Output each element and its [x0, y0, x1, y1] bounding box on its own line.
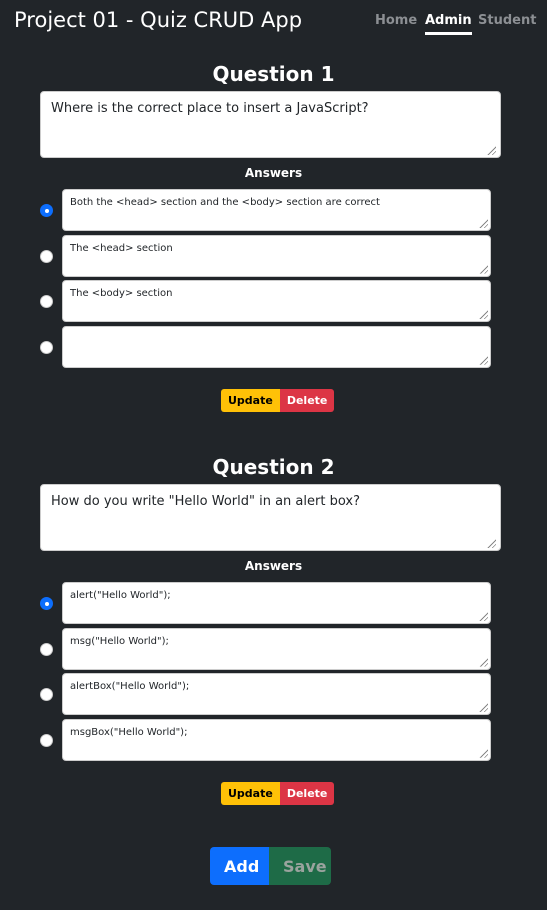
- answer-row: The <head> section: [0, 234, 547, 277]
- answer-input[interactable]: msg("Hello World");: [62, 627, 491, 670]
- answer-text: alertBox("Hello World");: [70, 681, 190, 693]
- answer-input[interactable]: The <head> section: [62, 234, 491, 277]
- answer-input[interactable]: alert("Hello World");: [62, 582, 491, 624]
- update-button[interactable]: Update: [221, 782, 280, 805]
- resize-handle-icon[interactable]: [478, 309, 488, 320]
- nav-home[interactable]: Home: [375, 13, 417, 28]
- delete-button[interactable]: Delete: [279, 389, 335, 412]
- resize-handle-icon[interactable]: [478, 656, 488, 667]
- answer-text: msg("Hello World");: [70, 635, 169, 647]
- correct-answer-radio[interactable]: [40, 204, 53, 217]
- answers-label: Answers: [244, 559, 303, 573]
- save-button[interactable]: Save: [269, 847, 331, 885]
- answer-input[interactable]: msgBox("Hello World");: [62, 718, 491, 761]
- answer-row: [0, 325, 547, 368]
- correct-answer-radio[interactable]: [40, 642, 53, 656]
- correct-answer-radio[interactable]: [40, 295, 53, 309]
- answer-input[interactable]: alertBox("Hello World");: [62, 673, 491, 716]
- answer-text: Both the <head> section and the <body> s…: [70, 197, 380, 208]
- correct-answer-radio[interactable]: [40, 249, 53, 263]
- correct-answer-radio[interactable]: [40, 340, 53, 354]
- resize-handle-icon[interactable]: [478, 218, 488, 228]
- resize-handle-icon[interactable]: [478, 354, 488, 365]
- answer-input[interactable]: [62, 325, 491, 368]
- resize-handle-icon[interactable]: [478, 611, 488, 621]
- delete-button[interactable]: Delete: [279, 782, 335, 805]
- answer-text: alert("Hello World");: [70, 590, 171, 601]
- answer-text: The <body> section: [70, 288, 173, 300]
- question-actions: Update Delete: [221, 389, 335, 412]
- resize-handle-icon[interactable]: [478, 747, 488, 758]
- resize-handle-icon[interactable]: [478, 702, 488, 713]
- answer-text: The <head> section: [70, 242, 173, 254]
- navbar: Project 01 - Quiz CRUD App Home Admin St…: [0, 0, 547, 44]
- answer-row: alertBox("Hello World");: [0, 673, 547, 716]
- question-title: Question 2: [212, 455, 335, 479]
- question-title: Question 1: [212, 62, 335, 86]
- form-actions: Add Save: [210, 847, 331, 885]
- answer-row: Both the <head> section and the <body> s…: [0, 189, 547, 231]
- answer-row: msgBox("Hello World");: [0, 718, 547, 761]
- answer-input[interactable]: Both the <head> section and the <body> s…: [62, 189, 491, 231]
- answer-text: msgBox("Hello World");: [70, 726, 188, 738]
- answer-row: alert("Hello World");: [0, 582, 547, 624]
- answers-label: Answers: [244, 166, 303, 180]
- correct-answer-radio[interactable]: [40, 733, 53, 747]
- app-title: Project 01 - Quiz CRUD App: [14, 8, 303, 32]
- answer-row: The <body> section: [0, 280, 547, 323]
- question-actions: Update Delete: [221, 782, 335, 805]
- resize-handle-icon[interactable]: [478, 263, 488, 274]
- answer-row: msg("Hello World");: [0, 627, 547, 670]
- question-text-input[interactable]: How do you write "Hello World" in an ale…: [40, 484, 501, 551]
- question-text-input[interactable]: Where is the correct place to insert a J…: [40, 91, 501, 158]
- add-button[interactable]: Add: [210, 847, 269, 885]
- update-button[interactable]: Update: [221, 389, 280, 412]
- nav-student[interactable]: Student: [478, 13, 536, 28]
- answer-input[interactable]: The <body> section: [62, 280, 491, 323]
- correct-answer-radio[interactable]: [40, 597, 53, 610]
- nav-admin[interactable]: Admin: [425, 13, 472, 35]
- correct-answer-radio[interactable]: [40, 688, 53, 702]
